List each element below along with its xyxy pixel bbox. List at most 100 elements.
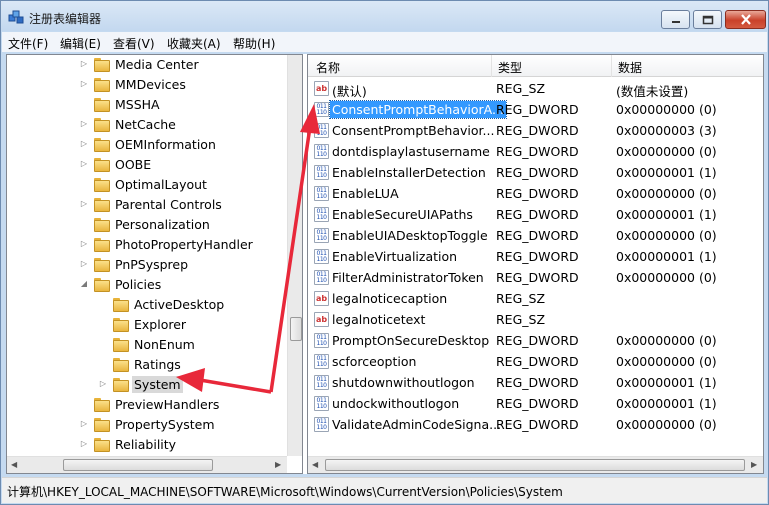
value-row[interactable]: 011 110 scforceoption REG_DWORD 0x00000000 (…: [308, 351, 763, 372]
value-name[interactable]: scforceoption: [332, 354, 416, 369]
column-header-data[interactable]: 数据: [618, 59, 642, 76]
value-row[interactable]: 011 110 EnableSecureUIAPaths REG_DWORD 0x000…: [308, 204, 763, 225]
tree-item-label[interactable]: OptimalLayout: [113, 176, 209, 193]
value-row[interactable]: ab (默认) REG_SZ (数值未设置): [308, 78, 763, 99]
collapse-arrow-icon[interactable]: ◢: [79, 279, 89, 289]
expand-arrow-icon[interactable]: ▷: [79, 159, 89, 169]
value-row[interactable]: 011 110 ConsentPromptBehavior... REG_DWORD 0…: [308, 120, 763, 141]
tree-item-label[interactable]: Policies: [113, 276, 163, 293]
value-row[interactable]: 011 110 EnableInstallerDetection REG_DWORD 0…: [308, 162, 763, 183]
tree-item-label[interactable]: NonEnum: [132, 336, 197, 353]
menu-favorites[interactable]: 收藏夹(A): [167, 35, 221, 52]
tree-item[interactable]: ▷ NetCache: [79, 114, 178, 134]
tree-item[interactable]: OptimalLayout: [79, 174, 209, 194]
tree-item-label[interactable]: OEMInformation: [113, 136, 218, 153]
scroll-right-arrow-icon[interactable]: ▶: [751, 460, 757, 469]
value-name[interactable]: ConsentPromptBehaviorA...: [329, 100, 507, 119]
value-name[interactable]: dontdisplaylastusername: [332, 144, 490, 159]
value-name[interactable]: PromptOnSecureDesktop: [332, 333, 489, 348]
column-header-type[interactable]: 类型: [498, 59, 522, 76]
scroll-left-arrow-icon[interactable]: ◀: [312, 460, 318, 469]
value-row[interactable]: 011 110 ValidateAdminCodeSigna... REG_DWORD…: [308, 414, 763, 435]
tree-item-label[interactable]: MMDevices: [113, 76, 188, 93]
menu-edit[interactable]: 编辑(E): [60, 35, 101, 52]
value-name[interactable]: legalnoticetext: [332, 312, 425, 327]
key-tree-pane[interactable]: ▷ Media Center ▷ MMDevices MSSHA ▷ NetCache ▷ OE…: [6, 54, 303, 474]
tree-item[interactable]: PreviewHandlers: [79, 394, 221, 414]
tree-item-label[interactable]: MSSHA: [113, 96, 162, 113]
expand-arrow-icon[interactable]: ▷: [79, 419, 89, 429]
value-name[interactable]: EnableInstallerDetection: [332, 165, 486, 180]
tree-item-label[interactable]: Ratings: [132, 356, 183, 373]
menu-file[interactable]: 文件(F): [8, 35, 48, 52]
expand-arrow-icon[interactable]: ▷: [79, 119, 89, 129]
tree-item[interactable]: ▷ PnPSysprep: [79, 254, 190, 274]
tree-horizontal-scrollbar[interactable]: ◀ ▶: [7, 456, 287, 473]
value-name[interactable]: (默认): [332, 81, 367, 100]
value-row[interactable]: 011 110 EnableVirtualization REG_DWORD 0x000…: [308, 246, 763, 267]
tree-item[interactable]: ▷ PropertySystem: [79, 414, 217, 434]
tree-item[interactable]: NonEnum: [98, 334, 197, 354]
expand-arrow-icon[interactable]: ▷: [98, 379, 108, 389]
tree-item-label[interactable]: PhotoPropertyHandler: [113, 236, 255, 253]
tree-item[interactable]: ActiveDesktop: [98, 294, 226, 314]
list-horizontal-scroll-thumb[interactable]: [325, 459, 745, 471]
tree-item[interactable]: Ratings: [98, 354, 183, 374]
column-header-name[interactable]: 名称: [316, 59, 340, 76]
tree-item[interactable]: ▷ MMDevices: [79, 74, 188, 94]
value-row[interactable]: 011 110 PromptOnSecureDesktop REG_DWORD 0x00…: [308, 330, 763, 351]
tree-item[interactable]: ▷ OOBE: [79, 154, 153, 174]
tree-item-label[interactable]: ActiveDesktop: [132, 296, 226, 313]
value-name[interactable]: EnableUIADesktopToggle: [332, 228, 488, 243]
value-row[interactable]: 011 110 FilterAdministratorToken REG_DWORD 0…: [308, 267, 763, 288]
expand-arrow-icon[interactable]: ▷: [79, 59, 89, 69]
value-row[interactable]: 011 110 EnableLUA REG_DWORD 0x00000000 (0): [308, 183, 763, 204]
menu-view[interactable]: 查看(V): [113, 35, 155, 52]
maximize-button[interactable]: [693, 10, 722, 29]
value-list-pane[interactable]: 名称 类型 数据 ab (默认) REG_SZ (数值未设置) 011 110 Consen…: [307, 54, 764, 474]
value-name[interactable]: legalnoticecaption: [332, 291, 447, 306]
value-name[interactable]: EnableLUA: [332, 186, 399, 201]
expand-arrow-icon[interactable]: ▷: [79, 139, 89, 149]
value-name[interactable]: FilterAdministratorToken: [332, 270, 484, 285]
tree-vertical-scroll-thumb[interactable]: [290, 317, 302, 341]
value-row[interactable]: ab legalnoticetext REG_SZ: [308, 309, 763, 330]
value-row[interactable]: 011 110 dontdisplaylastusername REG_DWORD 0x…: [308, 141, 763, 162]
expand-arrow-icon[interactable]: ▷: [79, 199, 89, 209]
tree-item[interactable]: ▷ OEMInformation: [79, 134, 218, 154]
tree-item-label[interactable]: Personalization: [113, 216, 212, 233]
value-row[interactable]: ab legalnoticecaption REG_SZ: [308, 288, 763, 309]
list-horizontal-scrollbar[interactable]: ◀ ▶: [308, 456, 763, 473]
tree-item[interactable]: MSSHA: [79, 94, 162, 114]
tree-item-label[interactable]: PnPSysprep: [113, 256, 190, 273]
expand-arrow-icon[interactable]: ▷: [79, 439, 89, 449]
value-name[interactable]: EnableVirtualization: [332, 249, 457, 264]
tree-horizontal-scroll-thumb[interactable]: [63, 459, 213, 471]
tree-vertical-scrollbar[interactable]: [287, 55, 302, 456]
value-name[interactable]: shutdownwithoutlogon: [332, 375, 475, 390]
tree-item[interactable]: ◢ Policies: [79, 274, 163, 294]
tree-item[interactable]: ▷ Media Center: [79, 55, 201, 74]
tree-item[interactable]: ▷ Reliability: [79, 434, 178, 454]
value-name[interactable]: ValidateAdminCodeSigna...: [332, 417, 501, 432]
tree-item-label[interactable]: Reliability: [113, 436, 178, 453]
tree-item-label[interactable]: OOBE: [113, 156, 153, 173]
tree-item[interactable]: ▷ System: [98, 374, 183, 394]
tree-item[interactable]: ▷ Parental Controls: [79, 194, 224, 214]
value-row[interactable]: 011 110 undockwithoutlogon REG_DWORD 0x00000…: [308, 393, 763, 414]
tree-item[interactable]: Explorer: [98, 314, 188, 334]
tree-item-label[interactable]: Media Center: [113, 56, 201, 73]
value-row[interactable]: 011 110 shutdownwithoutlogon REG_DWORD 0x000…: [308, 372, 763, 393]
tree-item-label[interactable]: Explorer: [132, 316, 188, 333]
value-name[interactable]: ConsentPromptBehavior...: [332, 123, 494, 138]
expand-arrow-icon[interactable]: ▷: [79, 259, 89, 269]
minimize-button[interactable]: [661, 10, 690, 29]
tree-item-label[interactable]: PropertySystem: [113, 416, 217, 433]
value-name[interactable]: undockwithoutlogon: [332, 396, 459, 411]
tree-item-label[interactable]: NetCache: [113, 116, 178, 133]
close-button[interactable]: [725, 10, 766, 29]
menu-help[interactable]: 帮助(H): [233, 35, 275, 52]
tree-item-label[interactable]: System: [132, 375, 183, 393]
scroll-left-arrow-icon[interactable]: ◀: [11, 460, 17, 469]
tree-item-label[interactable]: Parental Controls: [113, 196, 224, 213]
